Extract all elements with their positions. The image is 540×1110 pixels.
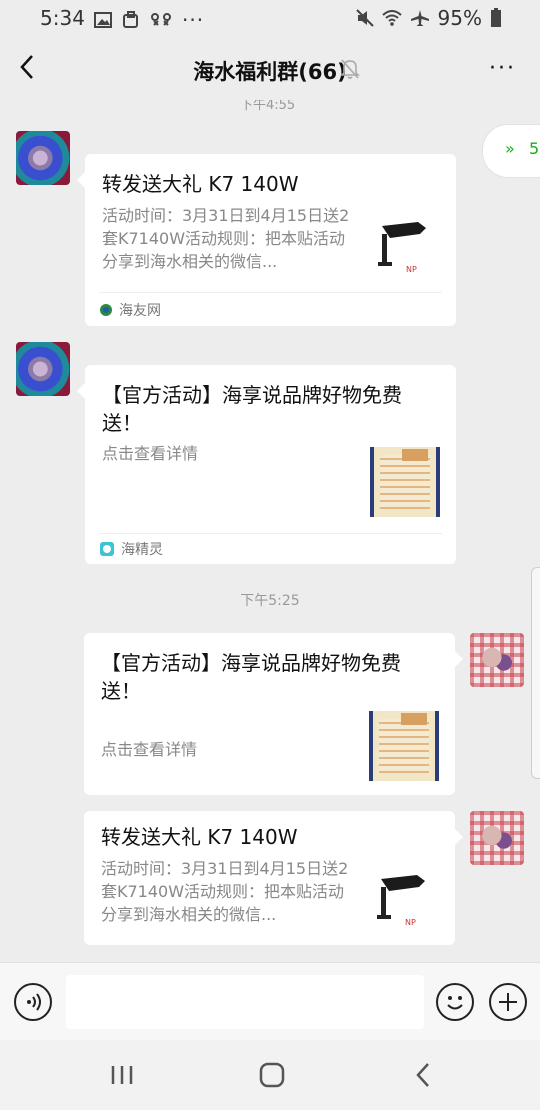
clipboard-icon: [123, 11, 138, 28]
status-left-icons: ···: [94, 8, 204, 32]
card-description: 活动时间：3月31日到4月15日送2套K7140W活动规则：把本贴活动分享到海水…: [102, 206, 350, 271]
status-right-icons: 95%: [355, 6, 502, 30]
message-input[interactable]: [66, 975, 424, 1029]
source-name: 海友网: [119, 303, 161, 319]
home-icon[interactable]: [258, 1060, 286, 1090]
chat-input-bar: [0, 962, 540, 1041]
card-description: 点击查看详情: [102, 444, 199, 463]
card-thumbnail: [370, 447, 440, 517]
back-nav-icon[interactable]: [410, 1060, 438, 1090]
more-functions-button[interactable]: [489, 983, 527, 1021]
card-source: 海精灵: [99, 539, 163, 559]
card-title: 【官方活动】海享说品牌好物免费送！: [101, 651, 401, 703]
status-time: 5:34: [40, 6, 85, 30]
card-title: 【官方活动】海享说品牌好物免费送！: [102, 383, 402, 435]
source-logo-icon: [100, 542, 114, 556]
svg-text:NP: NP: [405, 918, 416, 927]
card-description: 点击查看详情: [101, 740, 198, 759]
chat-header: 海水福利群(66) ···: [0, 38, 540, 100]
status-bar: 5:34 ··· 95%: [0, 0, 540, 38]
link-card-message[interactable]: 转发送大礼 K7 140W 活动时间：3月31日到4月15日送2套K7140W活…: [84, 811, 463, 945]
card-title: 转发送大礼 K7 140W: [101, 825, 298, 849]
avatar[interactable]: [470, 811, 524, 865]
link-card-message[interactable]: 【官方活动】海享说品牌好物免费送！ 点击查看详情: [84, 633, 463, 795]
unread-count: 5: [529, 139, 540, 158]
source-logo-icon: [100, 304, 112, 316]
avatar-image: [480, 647, 514, 673]
card-divider: [99, 292, 442, 293]
recent-apps-icon[interactable]: [108, 1060, 136, 1090]
message-list[interactable]: 下午4:55 » 5 转发送大礼 K7 140W 活动时间：3月31日到4月15…: [0, 100, 540, 962]
card-description: 活动时间：3月31日到4月15日送2套K7140W活动规则：把本贴活动分享到海水…: [101, 859, 349, 924]
avatar[interactable]: [470, 633, 524, 687]
avatar[interactable]: [16, 342, 70, 396]
box-label: [401, 713, 427, 725]
scrollbar-handle[interactable]: [531, 567, 540, 779]
unread-messages-pill[interactable]: » 5: [482, 124, 540, 178]
box-image: [379, 719, 429, 773]
source-name: 海精灵: [121, 542, 163, 558]
airplane-icon: [410, 10, 429, 26]
bell-off-icon: [340, 59, 360, 79]
voice-icon: [27, 993, 41, 1011]
avatar[interactable]: [16, 131, 70, 185]
mute-icon: [355, 9, 374, 27]
smiley-icon: [447, 996, 463, 1010]
card-divider: [99, 533, 442, 534]
timestamp-separator: 下午5:25: [240, 593, 300, 609]
plus-icon: [499, 993, 517, 1011]
link-card-message[interactable]: 转发送大礼 K7 140W 活动时间：3月31日到4月15日送2套K7140W活…: [77, 154, 456, 326]
avatar-image: [480, 825, 514, 851]
image-icon: [94, 12, 112, 28]
lamp-image-icon: NP: [377, 875, 425, 927]
chat-title: 海水福利群(66): [193, 60, 347, 84]
more-dots-icon: ···: [182, 8, 205, 32]
box-image: [380, 455, 430, 509]
more-options-button[interactable]: ···: [489, 56, 516, 81]
card-thumbnail: NP: [370, 212, 440, 282]
link-card-message[interactable]: 【官方活动】海享说品牌好物免费送！ 点击查看详情 海精灵: [77, 365, 456, 564]
card-source: 海友网: [99, 300, 161, 320]
voice-input-button[interactable]: [14, 983, 52, 1021]
emoji-button[interactable]: [436, 983, 474, 1021]
double-chevron-up-icon: »: [505, 139, 515, 158]
system-navigation-bar: [0, 1040, 540, 1110]
card-title: 转发送大礼 K7 140W: [102, 172, 299, 196]
box-label: [402, 449, 428, 461]
wifi-icon: [381, 10, 402, 26]
battery-icon: [491, 8, 501, 27]
battery-percent: 95%: [437, 6, 482, 30]
lamp-image-icon: NP: [378, 222, 426, 274]
cut-off-timestamp: 下午4:55: [240, 100, 296, 113]
card-thumbnail: NP: [369, 865, 439, 935]
card-thumbnail: [369, 711, 439, 781]
svg-text:NP: NP: [406, 265, 417, 274]
game-controller-icon: [151, 13, 171, 26]
